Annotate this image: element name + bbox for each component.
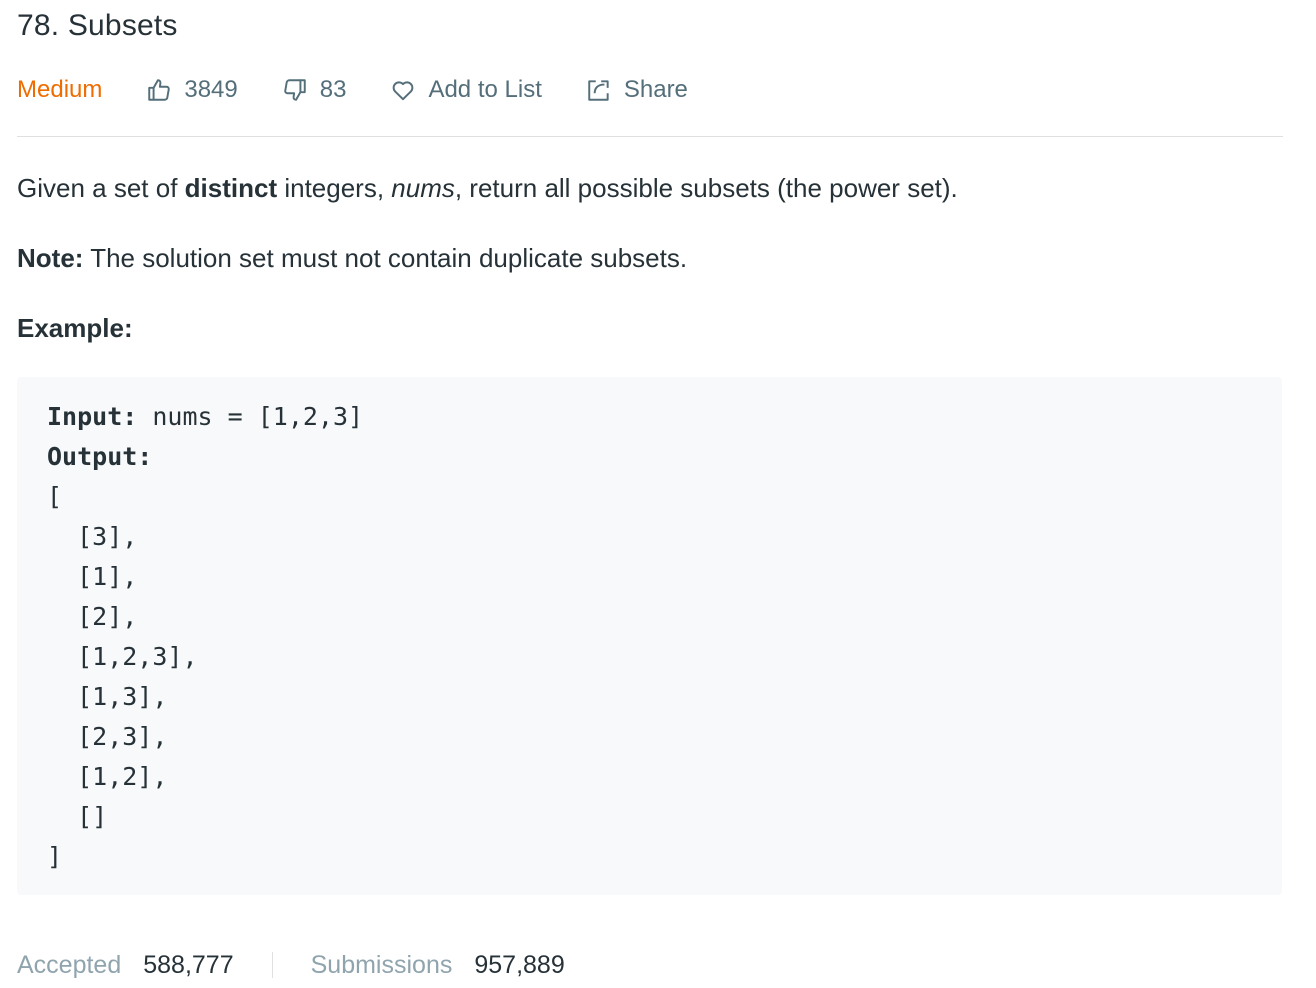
problem-description: Given a set of distinct integers, nums, … bbox=[17, 170, 1283, 206]
problem-meta-bar: Medium 3849 83 Add to List Share bbox=[17, 70, 732, 110]
stats-divider bbox=[271, 952, 273, 978]
accepted-count: 588,777 bbox=[143, 950, 234, 979]
submissions-label: Submissions bbox=[310, 950, 453, 979]
thumbs-down-icon bbox=[284, 79, 306, 101]
example-code-block: Input: nums = [1,2,3] Output:[ [3], [1], … bbox=[17, 377, 1282, 895]
code-line-output: [3], bbox=[47, 522, 138, 551]
accepted-label: Accepted bbox=[17, 950, 122, 979]
example-heading: Example: bbox=[17, 313, 133, 343]
dislike-button[interactable]: 83 bbox=[282, 76, 347, 104]
note-text: The solution set must not contain duplic… bbox=[83, 243, 688, 273]
share-label: Share bbox=[623, 76, 688, 103]
submission-stats: Accepted 588,777 Submissions 957,889 bbox=[17, 945, 565, 985]
note-label: Note: bbox=[17, 243, 84, 273]
description-italic: nums bbox=[391, 173, 455, 203]
description-bold: distinct bbox=[184, 173, 278, 203]
problem-title: 78. Subsets bbox=[17, 9, 178, 42]
code-line-output: [] bbox=[47, 802, 108, 831]
submissions-count: 957,889 bbox=[474, 950, 565, 979]
code-line-output: [1], bbox=[47, 562, 138, 591]
like-button[interactable]: 3849 bbox=[146, 76, 238, 104]
code-line-output: [2], bbox=[47, 602, 138, 631]
code-line-output: [ bbox=[47, 482, 63, 511]
description-text: , return all possible subsets (the power… bbox=[454, 173, 958, 203]
code-line-output: [1,2,3], bbox=[47, 642, 198, 671]
problem-note: Note: The solution set must not contain … bbox=[17, 240, 687, 276]
code-line-input: Input: nums = [1,2,3] bbox=[47, 397, 363, 437]
share-button[interactable]: Share bbox=[586, 76, 688, 104]
like-count: 3849 bbox=[184, 76, 238, 103]
code-line-output: [1,2], bbox=[47, 762, 168, 791]
code-line-output-label: Output: bbox=[47, 437, 363, 477]
code-line-output: [1,3], bbox=[47, 682, 168, 711]
heart-icon bbox=[393, 81, 414, 101]
difficulty-badge: Medium bbox=[17, 76, 103, 103]
add-to-list-button[interactable]: Add to List bbox=[390, 76, 542, 104]
dislike-count: 83 bbox=[319, 76, 347, 103]
add-to-list-label: Add to List bbox=[428, 76, 542, 103]
share-icon bbox=[588, 80, 609, 101]
header-divider bbox=[17, 136, 1283, 137]
thumbs-up-icon bbox=[148, 79, 171, 101]
output-label: Output: bbox=[47, 442, 153, 471]
code-line-output: [2,3], bbox=[47, 722, 168, 751]
description-text: Given a set of bbox=[17, 173, 185, 203]
description-text: integers, bbox=[277, 173, 392, 203]
code-line-output: ] bbox=[47, 842, 63, 871]
input-value: nums = [1,2,3] bbox=[137, 402, 364, 431]
input-label: Input: bbox=[47, 402, 138, 431]
